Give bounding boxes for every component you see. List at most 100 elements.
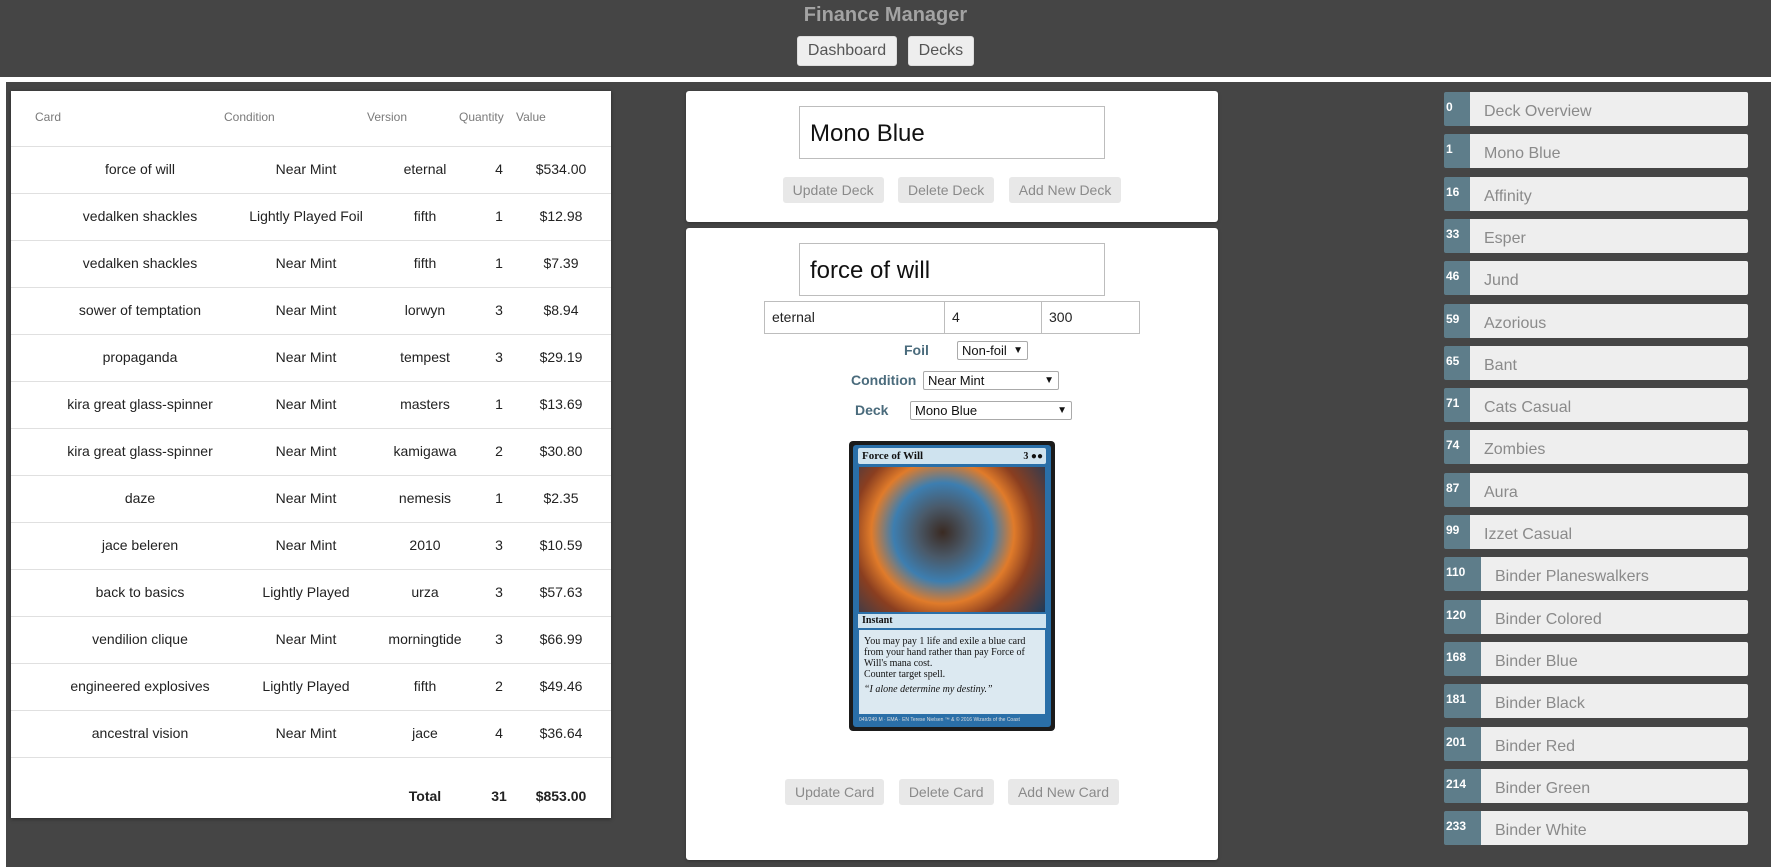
cell-value: $13.69 bbox=[539, 396, 583, 412]
table-row[interactable]: sower of temptation Near Mint lorwyn 3 $8.94 bbox=[11, 287, 611, 335]
update-deck-button[interactable]: Update Deck bbox=[782, 177, 884, 203]
deck-list-item[interactable]: 1 Mono Blue bbox=[1444, 134, 1748, 170]
header-version[interactable]: Version bbox=[367, 110, 407, 124]
foil-select-value: Non-foil bbox=[962, 343, 1007, 358]
deck-name-label: Esper bbox=[1470, 218, 1748, 253]
card-actions: Update Card Delete Card Add New Card bbox=[686, 779, 1218, 805]
cell-value: $12.98 bbox=[539, 208, 583, 224]
chevron-down-icon: ▼ bbox=[1044, 375, 1054, 386]
cell-value: $66.99 bbox=[539, 631, 583, 647]
deck-id-badge: 33 bbox=[1444, 218, 1470, 253]
table-row[interactable]: kira great glass-spinner Near Mint kamigaw… bbox=[11, 428, 611, 476]
deck-select[interactable]: Mono Blue ▼ bbox=[910, 401, 1072, 420]
add-new-card-button[interactable]: Add New Card bbox=[1007, 779, 1120, 805]
deck-label: Deck bbox=[855, 402, 889, 418]
table-row[interactable]: kira great glass-spinner Near Mint masters… bbox=[11, 381, 611, 429]
deck-name-label: Binder Planeswalkers bbox=[1481, 557, 1748, 592]
cell-version: fifth bbox=[413, 678, 437, 694]
cell-version: fifth bbox=[413, 255, 437, 271]
card-name-input[interactable]: force of will bbox=[799, 243, 1105, 296]
cell-card: sower of temptation bbox=[78, 302, 202, 318]
cell-value: $534.00 bbox=[535, 161, 587, 177]
deck-name-input[interactable]: Mono Blue bbox=[799, 106, 1105, 159]
table-row[interactable]: vedalken shackles Lightly Played Foil fift… bbox=[11, 193, 611, 241]
table-row[interactable]: jace beleren Near Mint 2010 3 $10.59 bbox=[11, 522, 611, 570]
table-row[interactable]: vendilion clique Near Mint morningtide 3 $66… bbox=[11, 616, 611, 664]
deck-list-item[interactable]: 120 Binder Colored bbox=[1444, 599, 1748, 636]
cell-condition: Near Mint bbox=[275, 396, 337, 412]
card-flavor-text: “I alone determine my destiny.” bbox=[864, 684, 993, 695]
header-card[interactable]: Card bbox=[35, 110, 61, 124]
cell-version: 2010 bbox=[409, 537, 441, 553]
table-row[interactable]: ancestral vision Near Mint jace 4 $36.64 bbox=[11, 710, 611, 758]
deck-list-item[interactable]: 214 Binder Green bbox=[1444, 768, 1748, 805]
deck-list-item[interactable]: 59 Azorious bbox=[1444, 303, 1748, 340]
condition-select[interactable]: Near Mint ▼ bbox=[923, 371, 1059, 390]
deck-name-label: Izzet Casual bbox=[1470, 515, 1748, 549]
deck-actions: Update Deck Delete Deck Add New Deck bbox=[686, 177, 1218, 203]
header-quantity[interactable]: Quantity bbox=[459, 110, 504, 124]
cell-condition: Near Mint bbox=[275, 302, 337, 318]
foil-label: Foil bbox=[904, 342, 929, 358]
table-row[interactable]: propaganda Near Mint tempest 3 $29.19 bbox=[11, 334, 611, 382]
cell-card: ancestral vision bbox=[91, 725, 189, 741]
condition-select-value: Near Mint bbox=[928, 373, 985, 388]
delete-card-button[interactable]: Delete Card bbox=[898, 779, 994, 805]
deck-list-item[interactable]: 181 Binder Black bbox=[1444, 684, 1748, 720]
deck-name-label: Binder Blue bbox=[1481, 641, 1748, 676]
header-value[interactable]: Value bbox=[516, 110, 546, 124]
total-value: $853.00 bbox=[535, 788, 587, 804]
cell-condition: Near Mint bbox=[275, 725, 337, 741]
version-input[interactable]: eternal bbox=[764, 301, 945, 334]
deck-list-item[interactable]: 74 Zombies bbox=[1444, 430, 1748, 466]
deck-list-item[interactable]: 201 Binder Red bbox=[1444, 726, 1748, 763]
cell-version: morningtide bbox=[388, 631, 462, 647]
foil-select[interactable]: Non-foil ▼ bbox=[957, 341, 1028, 360]
header-condition[interactable]: Condition bbox=[224, 110, 275, 124]
deck-list-item[interactable]: 233 Binder White bbox=[1444, 811, 1748, 847]
cell-value: $30.80 bbox=[539, 443, 583, 459]
deck-list-item[interactable]: 87 Aura bbox=[1444, 472, 1748, 509]
cards-table: Card Condition Version Quantity Value fo… bbox=[11, 91, 611, 818]
deck-id-badge: 181 bbox=[1444, 684, 1481, 719]
cell-card: kira great glass-spinner bbox=[67, 443, 213, 459]
table-row[interactable]: force of will Near Mint eternal 4 $534.00 bbox=[11, 146, 611, 194]
delete-deck-button[interactable]: Delete Deck bbox=[898, 177, 995, 203]
deck-name-label: Deck Overview bbox=[1470, 92, 1748, 126]
table-row[interactable]: daze Near Mint nemesis 1 $2.35 bbox=[11, 475, 611, 523]
table-row[interactable]: engineered explosives Lightly Played fifth… bbox=[11, 663, 611, 711]
card-rules-text-2: Counter target spell. bbox=[864, 669, 946, 680]
deck-list-item[interactable]: 110 Binder Planeswalkers bbox=[1444, 557, 1748, 593]
deck-list-item[interactable]: 16 Affinity bbox=[1444, 176, 1748, 213]
price-input[interactable]: 300 bbox=[1041, 301, 1140, 334]
deck-list-item[interactable]: 71 Cats Casual bbox=[1444, 388, 1748, 424]
deck-id-badge: 65 bbox=[1444, 345, 1470, 380]
add-new-deck-button[interactable]: Add New Deck bbox=[1008, 177, 1122, 203]
deck-list-item[interactable]: 33 Esper bbox=[1444, 218, 1748, 255]
cell-version: kamigawa bbox=[393, 443, 457, 459]
deck-name-label: Mono Blue bbox=[1470, 134, 1748, 169]
table-row[interactable]: vedalken shackles Near Mint fifth 1 $7.39 bbox=[11, 240, 611, 288]
deck-list-item[interactable]: 168 Binder Blue bbox=[1444, 641, 1748, 678]
chevron-down-icon: ▼ bbox=[1057, 405, 1067, 416]
cell-version: tempest bbox=[400, 349, 450, 365]
deck-list-item[interactable]: 0 Deck Overview bbox=[1444, 92, 1748, 128]
deck-list-item[interactable]: 65 Bant bbox=[1444, 345, 1748, 382]
table-row[interactable]: back to basics Lightly Played urza 3 $57.63 bbox=[11, 569, 611, 617]
deck-list-item[interactable]: 46 Jund bbox=[1444, 261, 1748, 297]
deck-name-label: Binder Black bbox=[1481, 684, 1748, 719]
update-card-button[interactable]: Update Card bbox=[784, 779, 885, 805]
card-frame: Force of Will 3 ●● Instant You may pay 1… bbox=[853, 445, 1051, 727]
deck-name-label: Azorious bbox=[1470, 303, 1748, 338]
table-total-row: Total 31 $853.00 bbox=[11, 773, 611, 820]
deck-list-item[interactable]: 99 Izzet Casual bbox=[1444, 515, 1748, 551]
cell-value: $29.19 bbox=[539, 349, 583, 365]
nav-dashboard-button[interactable]: Dashboard bbox=[796, 36, 898, 66]
nav-decks-button[interactable]: Decks bbox=[907, 36, 975, 66]
quantity-input[interactable]: 4 bbox=[944, 301, 1042, 334]
cell-card: force of will bbox=[104, 161, 176, 177]
cell-card: jace beleren bbox=[101, 537, 179, 553]
card-footer: 049/249 M · EMA · EN Terese Nielsen ™ & … bbox=[859, 717, 1020, 723]
card-rules-text: You may pay 1 life and exile a blue card… bbox=[864, 636, 1026, 669]
left-border bbox=[0, 82, 6, 867]
